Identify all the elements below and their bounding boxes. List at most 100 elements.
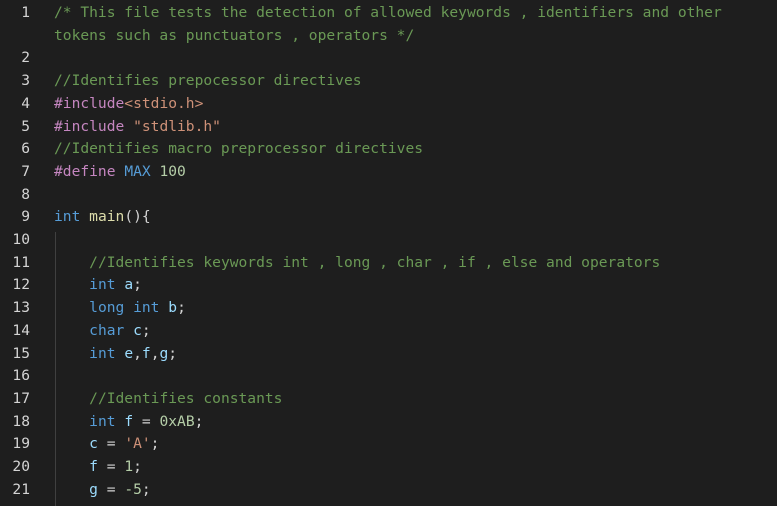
line-code: int a; — [54, 274, 777, 297]
code-token: 0xAB — [159, 412, 195, 430]
code-token: "stdlib.h" — [133, 117, 221, 135]
line-number: 19 — [12, 435, 30, 453]
code-line[interactable]: 19 c = 'A'; — [0, 433, 777, 456]
line-code: #include "stdlib.h" — [54, 116, 777, 139]
line-code: long int b; — [54, 297, 777, 320]
line-code: char c; — [54, 320, 777, 343]
code-token: ; — [133, 276, 142, 294]
line-number: 14 — [12, 321, 30, 339]
code-line[interactable]: 1 /* This file tests the detection of all… — [0, 2, 777, 25]
code-line[interactable]: 16 — [0, 365, 777, 388]
code-token: = — [133, 412, 160, 430]
code-token: ; — [141, 480, 151, 498]
line-code: c = 'A'; — [54, 433, 777, 456]
code-token: ; — [150, 435, 160, 453]
code-line[interactable]: 15 int e,f,g; — [0, 343, 777, 366]
line-code: //Identifies keywords int , long , char … — [54, 252, 777, 275]
code-token: #include — [54, 94, 125, 112]
code-token: //Identifies prepocessor directives — [54, 72, 362, 90]
code-token: ; — [177, 299, 186, 317]
line-number: 6 — [21, 140, 30, 158]
code-token: g — [89, 480, 98, 498]
line-code: #define MAX 100 — [54, 161, 777, 184]
code-line[interactable]: 8 — [0, 184, 777, 207]
code-line[interactable]: 13 long int b; — [0, 297, 777, 320]
code-token: int — [89, 344, 116, 362]
code-line[interactable]: 14 char c; — [0, 320, 777, 343]
code-line[interactable]: 7 #define MAX 100 — [0, 161, 777, 184]
code-token: char — [89, 321, 125, 339]
line-code: #include<stdio.h> — [54, 93, 777, 116]
line-number: 21 — [12, 480, 30, 498]
code-line[interactable]: 20 f = 1; — [0, 456, 777, 479]
code-token: (){ — [124, 208, 151, 226]
line-code: int f = 0xAB; — [54, 411, 777, 434]
line-number: 3 — [21, 72, 30, 90]
code-token: 1 — [124, 458, 134, 475]
line-number: 12 — [12, 276, 30, 294]
code-line[interactable]: 12 int a; — [0, 274, 777, 297]
code-editor[interactable]: 1 /* This file tests the detection of all… — [0, 0, 777, 506]
code-line[interactable]: 5 #include "stdlib.h" — [0, 116, 777, 139]
code-line[interactable]: 18 int f = 0xAB; — [0, 411, 777, 434]
code-token: a — [124, 276, 134, 294]
code-token: ; — [194, 412, 204, 430]
code-token: int — [89, 276, 116, 294]
line-code: //Identifies macro preprocessor directiv… — [54, 138, 777, 161]
code-token: = — [97, 435, 125, 453]
code-token: //Identifies macro preprocessor directiv… — [54, 140, 424, 158]
code-token: c — [133, 321, 142, 339]
code-line[interactable]: 21 g = -5; — [0, 479, 777, 502]
line-number: 5 — [21, 117, 30, 135]
code-token: , — [133, 344, 142, 362]
code-token: //Identifies keywords int , long , char … — [89, 253, 661, 271]
line-number: 11 — [12, 253, 30, 271]
line-number: 7 — [21, 162, 30, 180]
code-token: MAX — [124, 162, 151, 180]
code-token: f — [141, 344, 151, 362]
line-number: 15 — [12, 344, 30, 362]
line-number: 13 — [12, 299, 30, 317]
code-token: int — [89, 412, 116, 430]
code-line[interactable]: 9 int main(){ — [0, 206, 777, 229]
line-number: 2 — [21, 49, 30, 67]
line-code: tokens such as punctuators , operators *… — [54, 25, 777, 48]
code-token: tokens such as punctuators , operators *… — [54, 26, 415, 44]
line-number: 1 — [21, 4, 30, 21]
code-line[interactable]: 4 #include<stdio.h> — [0, 93, 777, 116]
code-token: = — [97, 458, 125, 475]
code-token: int — [54, 208, 81, 226]
code-line[interactable]: 6 //Identifies macro preprocessor directi… — [0, 138, 777, 161]
code-token: f — [89, 458, 98, 475]
code-line[interactable]: 2 — [0, 47, 777, 70]
code-token: #include — [54, 117, 125, 135]
code-line[interactable]: 11 //Identifies keywords int , long , ch… — [0, 252, 777, 275]
code-token: b — [168, 299, 178, 317]
code-token: 100 — [159, 162, 186, 180]
code-line[interactable]: 17 //Identifies constants — [0, 388, 777, 411]
code-line[interactable]: tokens such as punctuators , operators *… — [0, 25, 777, 48]
line-number: 9 — [21, 208, 30, 226]
line-code: int e,f,g; — [54, 343, 777, 366]
code-token: ; — [168, 344, 178, 362]
code-token: <stdio.h> — [124, 94, 204, 112]
code-token: f — [124, 412, 134, 430]
code-token: main — [89, 208, 125, 226]
line-code: int main(){ — [54, 206, 777, 229]
code-line[interactable]: 10 — [0, 229, 777, 252]
code-line[interactable]: 3 //Identifies prepocessor directives — [0, 70, 777, 93]
code-token: 'A' — [124, 435, 151, 453]
line-number: 8 — [21, 185, 30, 203]
line-code: /* This file tests the detection of allo… — [54, 2, 777, 25]
code-token: ; — [133, 458, 142, 475]
line-code: f = 1; — [54, 456, 777, 479]
code-token: #define — [54, 162, 116, 180]
